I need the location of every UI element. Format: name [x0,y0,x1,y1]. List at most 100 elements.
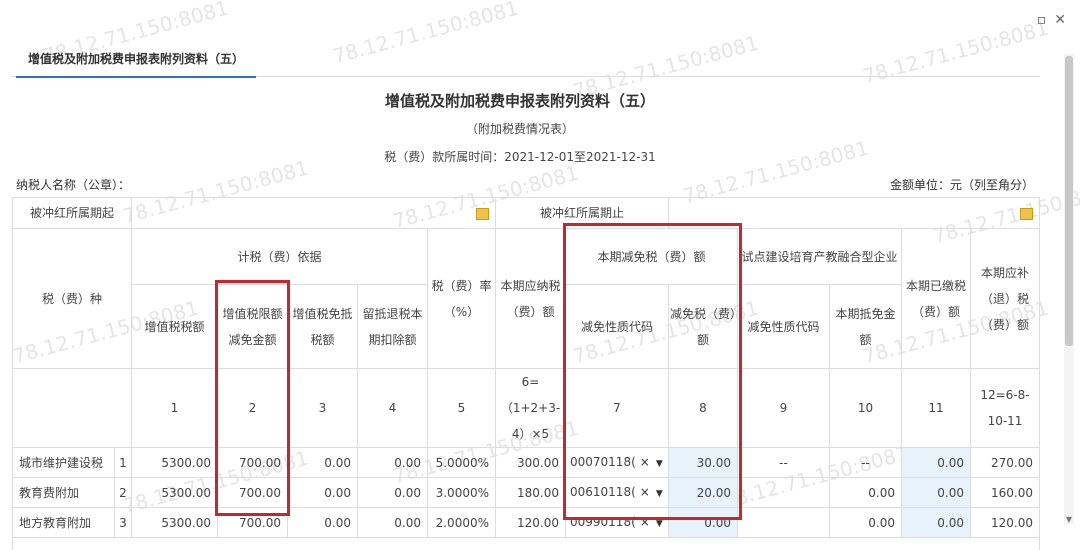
col-pilot-code: 减免性质代码 [737,284,830,369]
relief-code-select[interactable]: 00990118( × ▼ [565,507,669,538]
col-number: 4 [357,368,428,448]
col-number: 2 [217,368,288,448]
col-number: 11 [901,368,971,448]
col-paid: 本期已缴税（费）额 [901,228,971,369]
col-vat-limit-relief: 增值税限额减免金额 [217,284,288,369]
cell-c12: 160.00 [970,477,1040,508]
dropdown-arrow-icon[interactable]: ▼ [656,489,663,499]
tax-period: 税（费）款所属时间：2021-12-01至2021-12-31 [384,150,656,164]
cell-c1: 5300.00 [131,507,218,538]
col-vat-exempt-credit: 增值税免抵税额 [287,284,358,369]
clear-icon[interactable]: × [640,455,650,469]
col-vat-amount: 增值税税额 [131,284,218,369]
cell-c3: 0.00 [287,507,358,538]
row-number: 2 [114,477,132,508]
col-number: 8 [668,368,738,448]
clear-icon[interactable]: × [640,515,650,529]
offset-start-label: 被冲红所属期起 [12,197,132,229]
cell-c6: 180.00 [495,477,566,508]
table-row: 教育费附加 2 5300.00 700.00 0.00 0.00 3.0000%… [12,477,1040,508]
col-supplement: 本期应补（退）税（费）额 [970,228,1040,369]
table-row: 地方教育附加 3 5300.00 700.00 0.00 0.00 2.0000… [12,507,1040,538]
cell-c9: -- [737,447,830,478]
row-number: 1 [114,447,132,478]
relief-amount-input[interactable]: 30.00 [668,447,738,478]
row-name: 地方教育附加 [12,507,115,538]
cell-c10: -- [829,447,902,478]
close-icon[interactable]: ✕ [1054,12,1066,28]
cell-c3: 0.00 [287,447,358,478]
cell-c10: 0.00 [829,477,902,508]
cell-c6: 300.00 [495,447,566,478]
col-number: 12=6-8-10-11 [970,368,1040,448]
amount-unit-label: 金额单位：元（列至角分） [889,178,1034,192]
group-relief: 本期减免税（费）额 [565,228,738,285]
col-rate: 税（费）率（%） [427,228,496,369]
relief-amount-input[interactable]: 20.00 [668,477,738,508]
col-relief-code: 减免性质代码 [565,284,669,369]
dialog-window: 78.12.71.150:8081 78.12.71.150:8081 78.1… [0,0,1080,550]
col-payable: 本期应纳税（费）额 [495,228,566,369]
dropdown-arrow-icon[interactable]: ▼ [656,519,663,529]
restore-icon[interactable]: ▫ [1037,12,1047,28]
cell-c12: 120.00 [970,507,1040,538]
group-basis: 计税（费）依据 [131,228,428,285]
cell-c6: 120.00 [495,507,566,538]
surcharge-table: 被冲红所属期起 被冲红所属期止 税（费）种 计税（费）依据 税（费）率（%） 本… [12,197,1040,550]
paid-amount-input[interactable]: 0.00 [901,477,971,508]
window-controls: ▫ ✕ [1037,12,1066,28]
cell-c9 [737,507,830,538]
cell-c5: 3.0000% [427,477,496,508]
relief-code-select[interactable]: 00070118( × ▼ [565,447,669,478]
vertical-scrollbar[interactable]: ▼ [1064,54,1074,524]
clear-icon[interactable]: × [640,485,650,499]
col-refund-deduction: 留抵退税本期扣除额 [357,284,428,369]
tab-bar: 增值税及附加税费申报表附列资料（五） [10,42,1040,78]
cell-c4: 0.00 [357,477,428,508]
calendar-icon[interactable] [476,207,489,220]
col-number: 7 [565,368,669,448]
cell-c1: 5300.00 [131,477,218,508]
row-name: 城市维护建设税 [12,447,115,478]
paid-amount-input[interactable]: 0.00 [901,447,971,478]
col-pilot-credit: 本期抵免金额 [829,284,902,369]
row-number: 3 [114,507,132,538]
cell-c3: 0.00 [287,477,358,508]
col-number: 3 [287,368,358,448]
col-number: 10 [829,368,902,448]
col-relief-amount: 减免税（费）额 [668,284,738,369]
cell-c10: 0.00 [829,507,902,538]
offset-start-field[interactable] [131,197,496,229]
cell-c2: 700.00 [217,507,288,538]
cell-c1: 5300.00 [131,447,218,478]
paid-amount-input[interactable]: 0.00 [901,507,971,538]
cell-c4: 0.00 [357,507,428,538]
relief-code-value: 00990118( [570,514,636,529]
col-number: 6=（1+2+3-4）×5 [495,368,566,448]
taxpayer-name-label: 纳税人名称（公章）： [16,178,131,192]
relief-code-value: 00070118( [570,454,636,469]
col-tax-type: 税（费）种 [12,228,132,369]
form-subtitle: （附加税费情况表） [465,122,574,136]
cell-c4: 0.00 [357,447,428,478]
calendar-icon[interactable] [1020,207,1033,220]
scrollbar-thumb[interactable] [1065,56,1073,346]
dropdown-arrow-icon[interactable]: ▼ [656,459,663,469]
cell-c12: 270.00 [970,447,1040,478]
relief-code-select[interactable]: 00610118( × ▼ [565,477,669,508]
relief-code-value: 00610118( [570,484,636,499]
offset-end-label: 被冲红所属期止 [495,197,669,229]
row-name: 教育费附加 [12,477,115,508]
col-number: 1 [131,368,218,448]
offset-end-field[interactable] [668,197,1040,229]
cell-c9 [737,477,830,508]
cell-c2: 700.00 [217,447,288,478]
cell-c2: 700.00 [217,477,288,508]
scroll-down-arrow-icon[interactable]: ▼ [1064,515,1074,524]
cell-c5: 2.0000% [427,507,496,538]
table-row: 城市维护建设税 1 5300.00 700.00 0.00 0.00 5.000… [12,447,1040,478]
cell-c5: 5.0000% [427,447,496,478]
tab-attachment-five[interactable]: 增值税及附加税费申报表附列资料（五） [16,42,257,78]
relief-amount-input[interactable]: 0.00 [668,507,738,538]
group-pilot: 试点建设培育产教融合型企业 [737,228,902,285]
